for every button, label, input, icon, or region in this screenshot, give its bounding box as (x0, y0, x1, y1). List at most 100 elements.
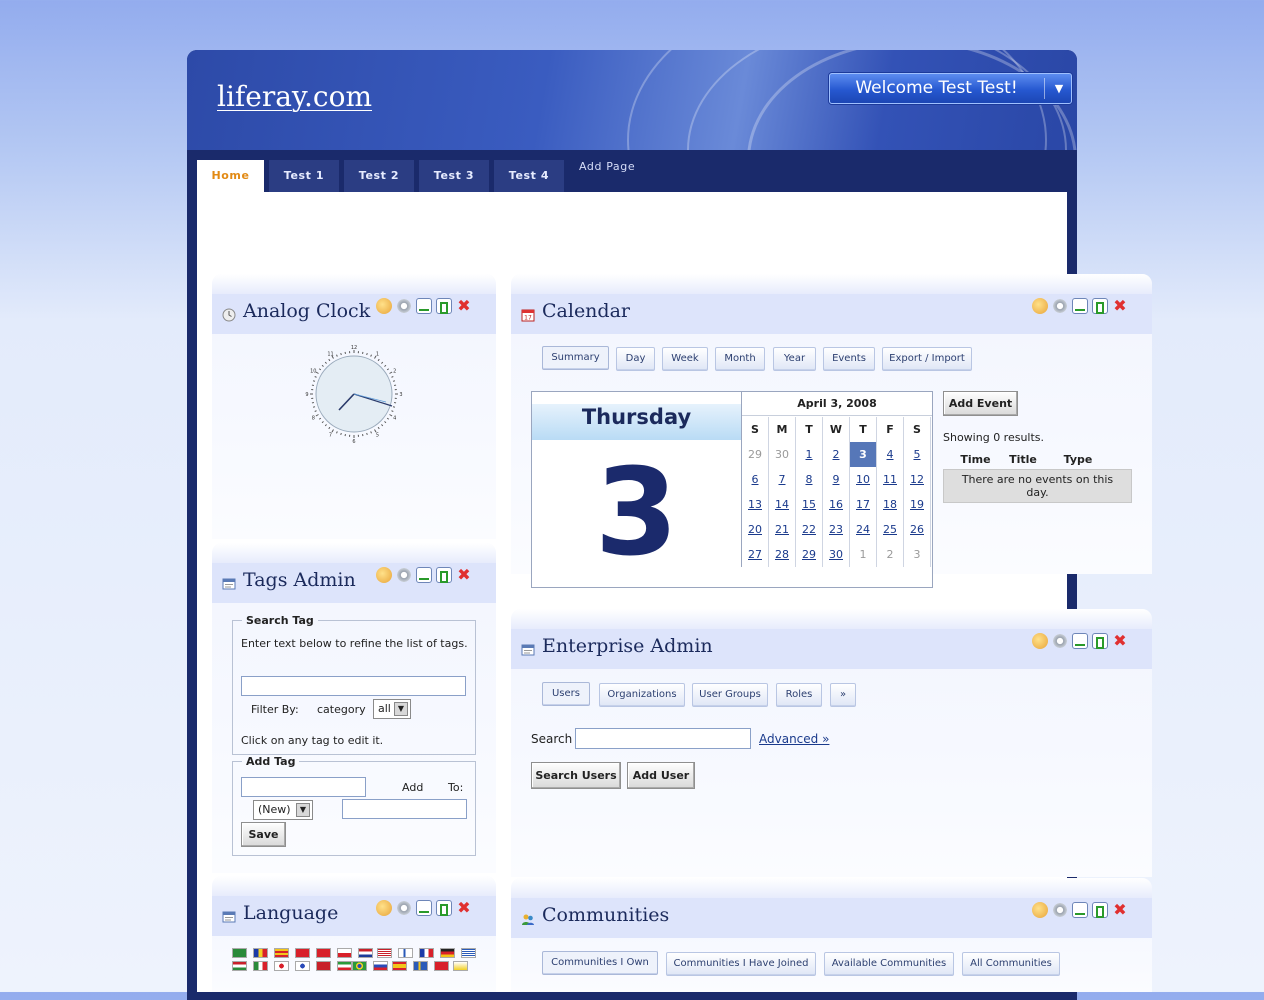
admin-tab-user-groups[interactable]: User Groups (692, 683, 768, 707)
flag-russian-icon[interactable] (373, 961, 388, 971)
calendar-day[interactable]: 18 (877, 492, 904, 517)
nav-tab-test-4[interactable]: Test 4 (494, 160, 564, 192)
close-icon[interactable]: ✖ (1112, 902, 1128, 918)
configuration-icon[interactable] (396, 298, 412, 314)
calendar-tab-summary[interactable]: Summary (542, 346, 609, 370)
nav-tab-test-3[interactable]: Test 3 (419, 160, 489, 192)
communities-tab-own[interactable]: Communities I Own (542, 951, 658, 975)
add-page-link[interactable]: Add Page (579, 160, 635, 173)
flag-hungarian-icon[interactable] (232, 961, 247, 971)
flag-german-icon[interactable] (440, 948, 455, 958)
site-logo[interactable]: liferay.com (217, 80, 372, 113)
flag-arabic-icon[interactable] (232, 948, 247, 958)
save-button[interactable]: Save (241, 822, 286, 847)
look-and-feel-icon[interactable] (376, 567, 392, 583)
flag-chinese-icon[interactable] (295, 948, 310, 958)
calendar-day[interactable]: 9 (823, 467, 850, 492)
configuration-icon[interactable] (396, 567, 412, 583)
look-and-feel-icon[interactable] (1032, 902, 1048, 918)
nav-tab-test-2[interactable]: Test 2 (344, 160, 414, 192)
calendar-day[interactable]: 24 (850, 517, 877, 542)
tag-to-input[interactable] (342, 799, 467, 819)
calendar-day[interactable]: 2 (823, 442, 850, 467)
admin-tab-organizations[interactable]: Organizations (599, 683, 685, 707)
flag-catalan-icon[interactable] (274, 948, 289, 958)
calendar-day[interactable]: 23 (823, 517, 850, 542)
minimize-icon[interactable] (1072, 902, 1088, 918)
flag-taiwan-icon[interactable] (316, 948, 331, 958)
flag-japanese-icon[interactable] (274, 961, 289, 971)
calendar-tab-month[interactable]: Month (715, 347, 765, 371)
calendar-day[interactable]: 29 (796, 542, 823, 567)
calendar-tab-year[interactable]: Year (773, 347, 816, 371)
calendar-tab-day[interactable]: Day (616, 347, 655, 371)
calendar-tab-week[interactable]: Week (662, 347, 708, 371)
calendar-day[interactable]: 8 (796, 467, 823, 492)
admin-tab-users[interactable]: Users (542, 682, 590, 706)
calendar-day[interactable]: 15 (796, 492, 823, 517)
new-tag-input[interactable] (241, 777, 366, 797)
add-user-button[interactable]: Add User (627, 762, 695, 789)
welcome-menu-button[interactable]: Welcome Test Test! ▼ (829, 73, 1072, 104)
maximize-icon[interactable] (1092, 902, 1108, 918)
flag-greek-icon[interactable] (461, 948, 476, 958)
close-icon[interactable]: ✖ (456, 900, 472, 916)
minimize-icon[interactable] (416, 567, 432, 583)
flag-basque-icon[interactable] (253, 948, 268, 958)
look-and-feel-icon[interactable] (1032, 633, 1048, 649)
calendar-day[interactable]: 13 (742, 492, 769, 517)
flag-finnish-icon[interactable] (398, 948, 413, 958)
nav-tab-home[interactable]: Home (197, 160, 264, 192)
minimize-icon[interactable] (1072, 298, 1088, 314)
flag-korean-icon[interactable] (295, 961, 310, 971)
look-and-feel-icon[interactable] (376, 298, 392, 314)
calendar-day[interactable]: 27 (742, 542, 769, 567)
close-icon[interactable]: ✖ (456, 298, 472, 314)
calendar-day[interactable]: 20 (742, 517, 769, 542)
minimize-icon[interactable] (1072, 633, 1088, 649)
flag-czech-icon[interactable] (337, 948, 352, 958)
maximize-icon[interactable] (436, 567, 452, 583)
flag-swedish-icon[interactable] (413, 961, 428, 971)
maximize-icon[interactable] (436, 900, 452, 916)
calendar-day[interactable]: 21 (769, 517, 796, 542)
dropdown-arrow-icon[interactable]: ▼ (1046, 74, 1072, 103)
calendar-day[interactable]: 7 (769, 467, 796, 492)
flag-vietnamese-icon[interactable] (453, 961, 468, 971)
look-and-feel-icon[interactable] (376, 900, 392, 916)
communities-tab-available[interactable]: Available Communities (824, 952, 954, 976)
calendar-day[interactable]: 12 (904, 467, 931, 492)
flag-spanish-icon[interactable] (392, 961, 407, 971)
calendar-day[interactable]: 6 (742, 467, 769, 492)
flag-portuguese-icon[interactable] (352, 961, 367, 971)
calendar-tab-export-import[interactable]: Export / Import (882, 347, 972, 371)
flag-dutch-icon[interactable] (358, 948, 373, 958)
calendar-day[interactable]: 17 (850, 492, 877, 517)
calendar-day[interactable]: 14 (769, 492, 796, 517)
configuration-icon[interactable] (1052, 633, 1068, 649)
calendar-day[interactable]: 1 (796, 442, 823, 467)
configuration-icon[interactable] (1052, 902, 1068, 918)
calendar-day[interactable]: 22 (796, 517, 823, 542)
calendar-tab-events[interactable]: Events (823, 347, 875, 371)
calendar-day[interactable]: 11 (877, 467, 904, 492)
search-users-button[interactable]: Search Users (531, 762, 621, 789)
calendar-day[interactable]: 26 (904, 517, 931, 542)
filter-select[interactable]: all ▼ (373, 699, 411, 719)
advanced-search-link[interactable]: Advanced » (759, 732, 829, 746)
calendar-day[interactable]: 16 (823, 492, 850, 517)
look-and-feel-icon[interactable] (1032, 298, 1048, 314)
close-icon[interactable]: ✖ (1112, 298, 1128, 314)
calendar-day[interactable]: 30 (823, 542, 850, 567)
configuration-icon[interactable] (396, 900, 412, 916)
add-event-button[interactable]: Add Event (943, 391, 1018, 416)
configuration-icon[interactable] (1052, 298, 1068, 314)
flag-english-icon[interactable] (377, 948, 392, 958)
nav-tab-test-1[interactable]: Test 1 (269, 160, 339, 192)
communities-tab-all[interactable]: All Communities (962, 952, 1060, 976)
communities-tab-joined[interactable]: Communities I Have Joined (666, 952, 816, 976)
user-search-input[interactable] (575, 728, 751, 749)
close-icon[interactable]: ✖ (456, 567, 472, 583)
admin-tab-roles[interactable]: Roles (776, 683, 822, 707)
maximize-icon[interactable] (436, 298, 452, 314)
